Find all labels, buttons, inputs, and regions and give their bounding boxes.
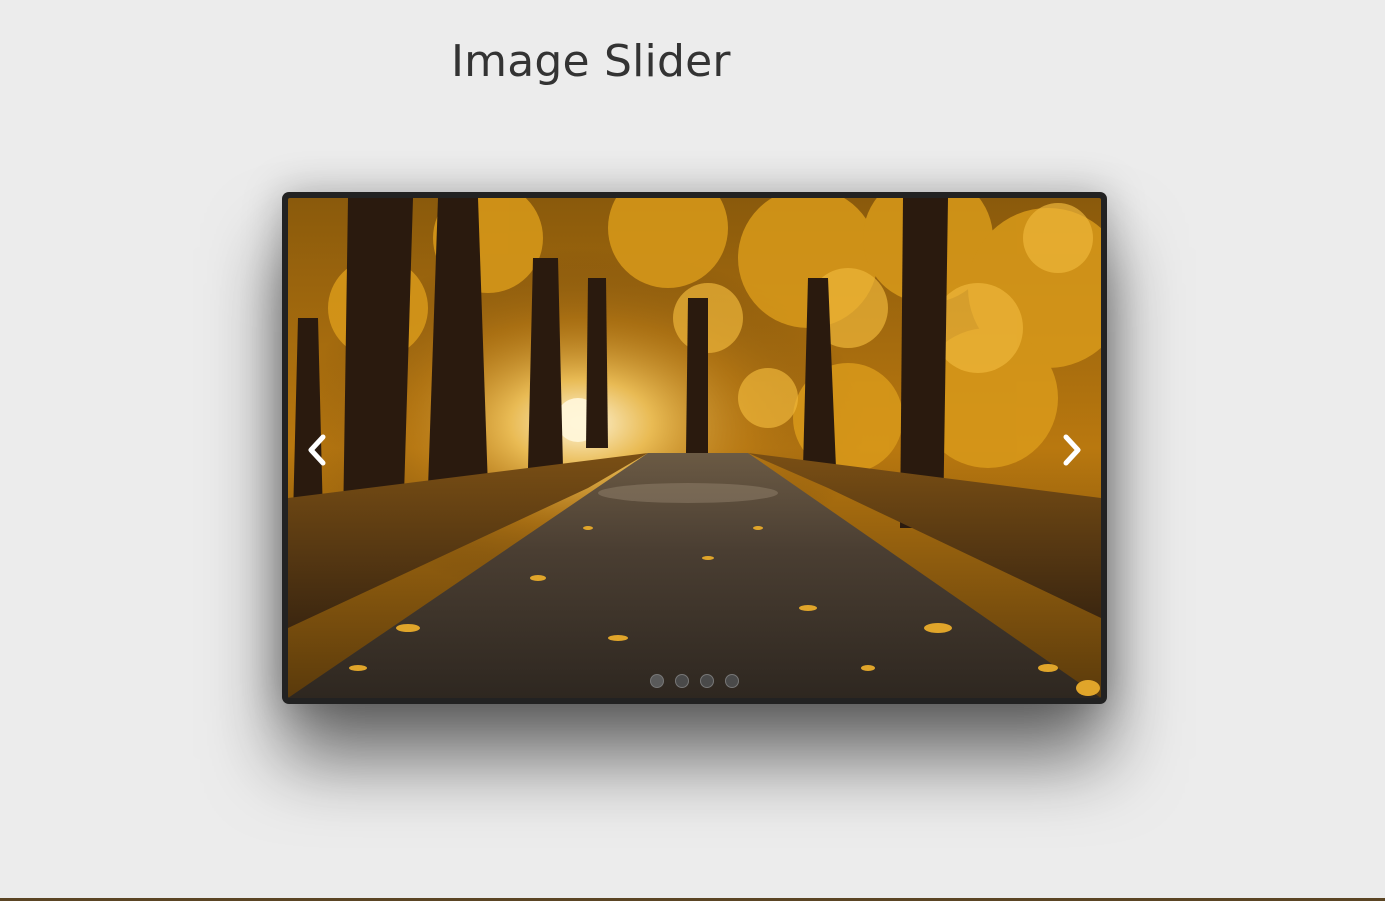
slide-image bbox=[288, 198, 1101, 698]
autumn-forest-road-image bbox=[288, 198, 1101, 698]
next-slide-button[interactable] bbox=[1055, 430, 1089, 470]
slide-indicator-dot[interactable] bbox=[725, 674, 739, 688]
chevron-right-icon bbox=[1063, 434, 1081, 466]
chevron-left-icon bbox=[308, 434, 326, 466]
page-title: Image Slider bbox=[451, 36, 731, 87]
image-slider bbox=[282, 192, 1107, 704]
slide-indicator-dot[interactable] bbox=[675, 674, 689, 688]
slide-indicators bbox=[288, 674, 1101, 688]
previous-slide-button[interactable] bbox=[300, 430, 334, 470]
slide-indicator-dot[interactable] bbox=[650, 674, 664, 688]
slide-indicator-dot[interactable] bbox=[700, 674, 714, 688]
